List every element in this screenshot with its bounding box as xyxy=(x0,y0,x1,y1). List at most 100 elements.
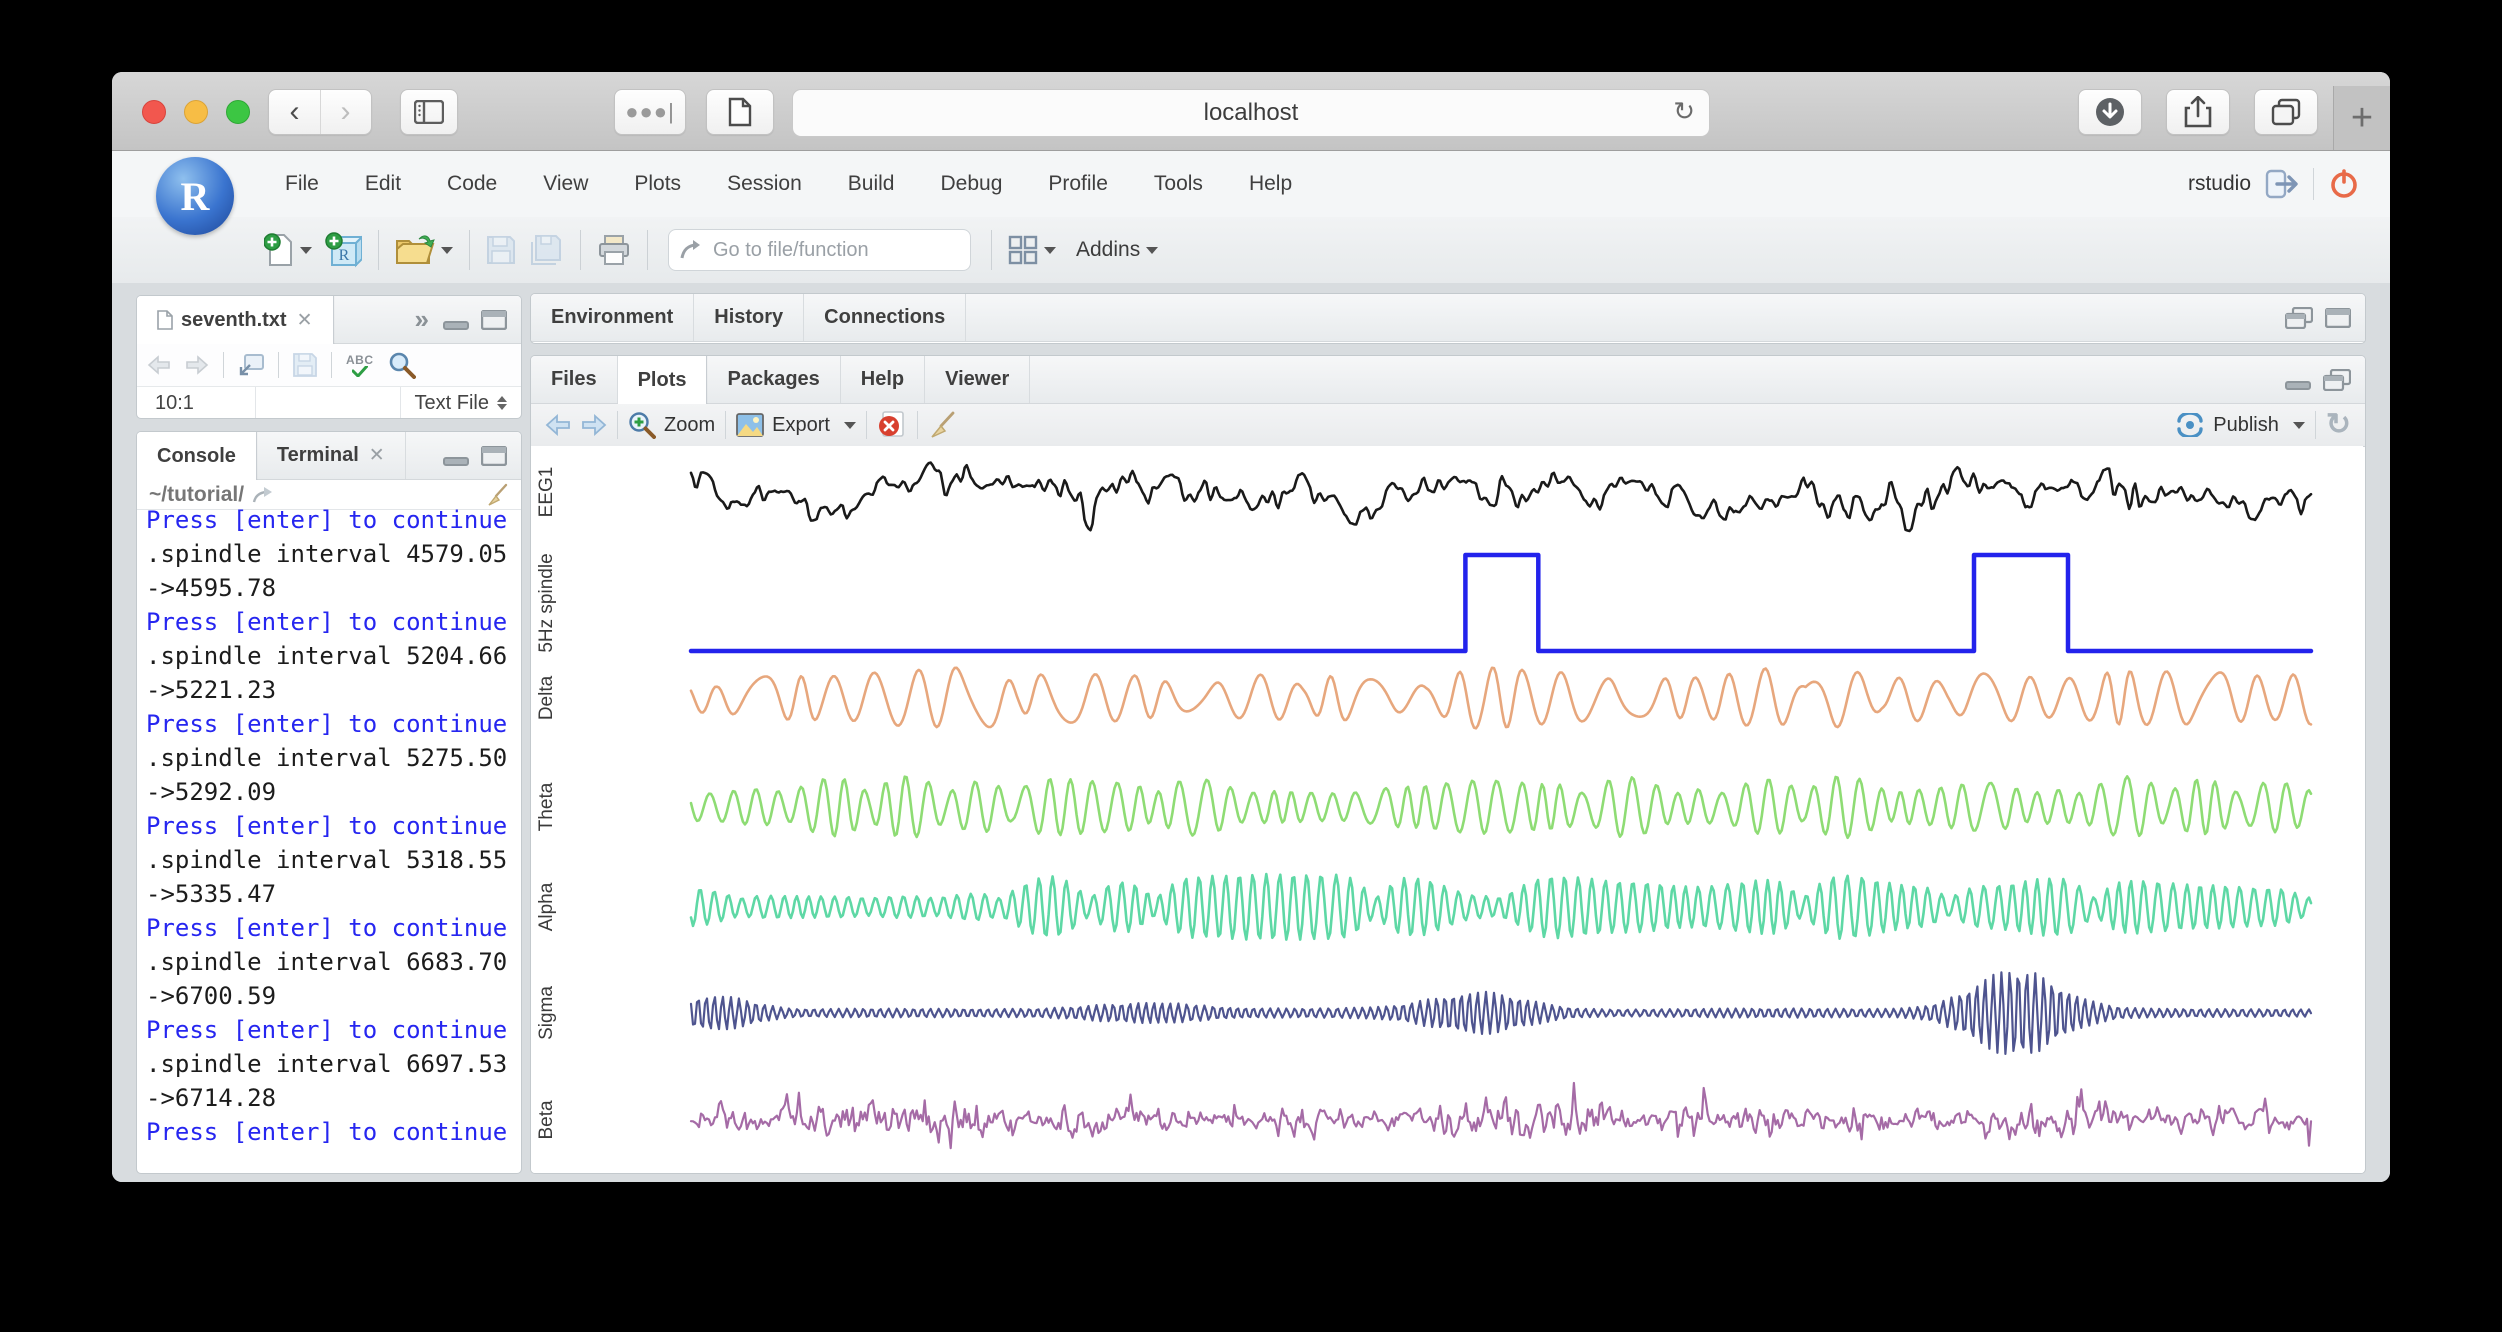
working-dir-label[interactable]: ~/tutorial/ xyxy=(149,483,244,507)
menu-file[interactable]: File xyxy=(262,172,342,196)
minimize-window-button[interactable] xyxy=(184,100,208,124)
next-plot-icon[interactable] xyxy=(581,414,607,436)
sidebar-icon xyxy=(414,100,444,124)
zoom-window-button[interactable] xyxy=(226,100,250,124)
file-type-selector[interactable]: Text File xyxy=(400,387,521,419)
print-button[interactable] xyxy=(597,234,631,266)
chevron-down-icon xyxy=(300,247,312,254)
export-label: Export xyxy=(772,414,830,437)
minimize-pane-icon[interactable] xyxy=(2285,370,2311,390)
restore-pane-icon[interactable] xyxy=(2323,369,2351,391)
menu-code[interactable]: Code xyxy=(424,172,520,196)
menu-plots[interactable]: Plots xyxy=(611,172,704,196)
restore-pane-icon[interactable] xyxy=(2285,307,2313,329)
console-output[interactable]: Press [enter] to continue .spindle interv… xyxy=(137,509,521,1173)
save-all-button[interactable] xyxy=(528,234,564,266)
tab-plots[interactable]: Plots xyxy=(618,356,708,404)
channel-label-eeg1: EEG1 xyxy=(536,467,558,518)
save-icon[interactable] xyxy=(293,353,317,377)
username-label: rstudio xyxy=(2188,172,2251,196)
menu-session[interactable]: Session xyxy=(704,172,825,196)
maximize-pane-icon[interactable] xyxy=(481,310,507,330)
console-line: .spindle interval 5204.66 xyxy=(146,639,521,673)
trace-sigma xyxy=(691,972,2311,1054)
menu-profile[interactable]: Profile xyxy=(1025,172,1131,196)
menu-tools[interactable]: Tools xyxy=(1131,172,1226,196)
forward-icon[interactable] xyxy=(185,355,209,375)
goto-file-search[interactable] xyxy=(668,229,971,271)
close-icon[interactable]: ✕ xyxy=(297,309,313,332)
console-line: .spindle interval 6683.70 xyxy=(146,945,521,979)
new-file-button[interactable] xyxy=(264,232,312,268)
zoom-plot-button[interactable]: Zoom xyxy=(628,411,715,439)
browser-back-button[interactable]: ‹ xyxy=(270,90,321,134)
minimize-pane-icon[interactable] xyxy=(443,310,469,330)
clear-all-plots-icon[interactable] xyxy=(928,411,956,439)
tab-environment[interactable]: Environment xyxy=(531,294,694,341)
divider xyxy=(2315,411,2316,439)
console-line: ->4595.78 xyxy=(146,571,521,605)
new-project-button[interactable]: R xyxy=(324,231,362,269)
minimize-pane-icon[interactable] xyxy=(443,446,469,466)
back-icon[interactable] xyxy=(147,355,171,375)
show-tabs-button[interactable] xyxy=(2254,89,2318,135)
divider xyxy=(378,230,379,270)
address-bar[interactable]: localhost ↻ xyxy=(792,89,1710,137)
share-button[interactable] xyxy=(2166,89,2230,135)
plus-icon: + xyxy=(2351,97,2373,140)
plots-toolbar: Zoom Export Publi xyxy=(531,404,2365,447)
tab-terminal[interactable]: Terminal ✕ xyxy=(257,432,406,479)
tab-help[interactable]: Help xyxy=(841,356,925,403)
maximize-pane-icon[interactable] xyxy=(481,446,507,466)
reload-icon[interactable]: ↻ xyxy=(1673,96,1695,127)
tab-console[interactable]: Console xyxy=(137,432,257,480)
console-line: Press [enter] to continue xyxy=(146,509,521,537)
new-tab-button[interactable]: + xyxy=(2333,86,2390,150)
tab-seventh-txt[interactable]: seventh.txt ✕ xyxy=(137,296,334,344)
popout-icon[interactable] xyxy=(238,354,264,376)
quit-session-icon[interactable] xyxy=(2328,168,2360,200)
refresh-plot-icon[interactable]: ↻ xyxy=(2326,410,2351,440)
tab-connections[interactable]: Connections xyxy=(804,294,966,341)
spellcheck-icon[interactable]: ABC xyxy=(346,354,374,377)
maximize-pane-icon[interactable] xyxy=(2325,308,2351,328)
console-pane: Console Terminal ✕ ~/tutorial/ xyxy=(136,431,522,1174)
reader-view-button[interactable] xyxy=(706,89,774,135)
more-tabs-icon[interactable]: » xyxy=(415,304,427,335)
downloads-button[interactable] xyxy=(2078,89,2142,135)
tab-files[interactable]: Files xyxy=(531,356,618,403)
divider xyxy=(617,411,618,439)
browser-window: ‹ › ●●●| localhost ↻ xyxy=(112,72,2390,1182)
tab-packages[interactable]: Packages xyxy=(707,356,840,403)
publish-button[interactable]: Publish xyxy=(2175,413,2305,437)
menu-build[interactable]: Build xyxy=(825,172,918,196)
rstudio-toolbar: R Addins xyxy=(112,217,2390,284)
save-button[interactable] xyxy=(486,235,516,265)
page-icon xyxy=(728,97,752,127)
export-plot-button[interactable]: Export xyxy=(736,413,856,437)
menu-debug[interactable]: Debug xyxy=(917,172,1025,196)
divider xyxy=(278,352,279,378)
browser-forward-button[interactable]: › xyxy=(321,90,371,134)
goto-dir-icon[interactable] xyxy=(252,486,274,504)
tab-overview-button[interactable]: ●●●| xyxy=(614,89,686,135)
addins-button[interactable]: Addins xyxy=(1076,238,1158,262)
menu-help[interactable]: Help xyxy=(1226,172,1315,196)
plots-pane: FilesPlotsPackagesHelpViewer Zoom xyxy=(530,355,2366,1174)
clear-console-icon[interactable] xyxy=(485,483,509,507)
menu-view[interactable]: View xyxy=(520,172,611,196)
tab-viewer[interactable]: Viewer xyxy=(925,356,1030,403)
close-window-button[interactable] xyxy=(142,100,166,124)
panes-layout-button[interactable] xyxy=(1008,235,1056,265)
menu-edit[interactable]: Edit xyxy=(342,172,424,196)
sidebar-toggle-button[interactable] xyxy=(400,89,458,135)
open-file-button[interactable] xyxy=(395,233,453,267)
remove-plot-button[interactable] xyxy=(877,411,907,439)
sign-out-icon[interactable] xyxy=(2265,169,2299,199)
file-type-label: Text File xyxy=(415,392,489,415)
close-icon[interactable]: ✕ xyxy=(369,444,385,467)
find-replace-icon[interactable] xyxy=(388,351,416,379)
previous-plot-icon[interactable] xyxy=(545,414,571,436)
goto-file-input[interactable] xyxy=(711,238,960,263)
tab-history[interactable]: History xyxy=(694,294,804,341)
